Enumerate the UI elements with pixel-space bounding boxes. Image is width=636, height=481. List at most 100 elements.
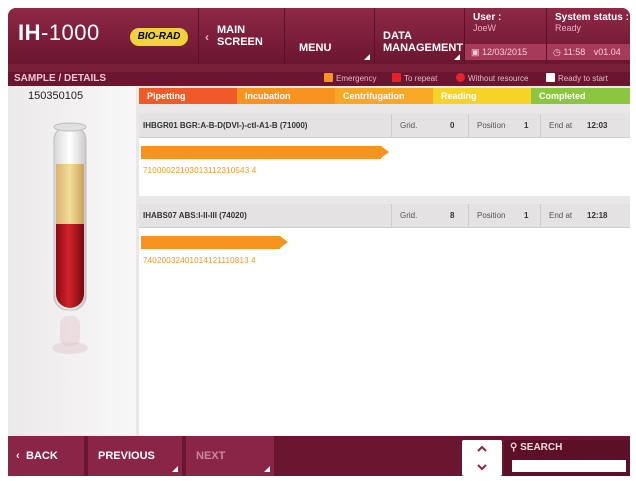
search-text: SEARCH (520, 442, 563, 453)
position-label: Position (477, 121, 506, 130)
position-value: 1 (524, 121, 529, 130)
calendar-icon: ▣ (471, 47, 480, 57)
corner-arrow-icon (454, 54, 460, 60)
legend-without-resource: Without resource (456, 73, 528, 83)
grid-label: Grid. (400, 211, 418, 220)
version-value: v01.04 (593, 47, 621, 57)
clock-icon: ◷ (553, 47, 561, 57)
main-screen-line1: MAIN (217, 24, 246, 36)
data-line2: MANAGEMENT (383, 42, 464, 54)
back-label: BACK (26, 450, 58, 462)
legend-label: To repeat (404, 74, 438, 83)
end-label: End at (549, 211, 573, 220)
chevron-left-icon: ‹ (16, 450, 20, 462)
position-value: 1 (524, 211, 529, 220)
date-value: 12/03/2015 (482, 47, 528, 57)
test-barcode: 74020032401014121110813 4 (143, 256, 256, 265)
system-status-panel: System status : Ready ◷ 11:58 v01.04 (546, 8, 630, 64)
time-display: ◷ 11:58 v01.04 (547, 44, 630, 60)
end-column: End at 12:18 (540, 204, 630, 228)
search-label: ⚲ SEARCH (510, 442, 562, 453)
step-pipetting: Pipetting (139, 88, 237, 104)
search-icon: ⚲ (510, 442, 518, 453)
no-resource-icon (456, 73, 465, 82)
chevron-down-icon[interactable] (477, 462, 487, 472)
previous-label: PREVIOUS (98, 450, 155, 462)
logo-bold: IH (18, 20, 41, 45)
sample-bar: SAMPLE / DETAILS Emergency To repeat Wit… (8, 72, 630, 86)
data-management-button[interactable]: DATA MANAGEMENT (374, 8, 464, 64)
test-progress-bar (141, 236, 288, 249)
grid-value: 0 (450, 121, 455, 130)
test-row[interactable]: IHBGR01 BGR:A-B-D(DVI-)-ctl-A1-B (71000)… (139, 114, 630, 196)
previous-button[interactable]: PREVIOUS (88, 436, 182, 476)
test-name: IHBGR01 BGR:A-B-D(DVI-)-ctl-A1-B (71000) (143, 121, 308, 130)
ready-icon (546, 73, 555, 82)
step-completed: Completed (531, 88, 630, 104)
legend-label: Emergency (336, 74, 377, 83)
position-column: Position 1 (468, 204, 540, 228)
test-header: IHABS07 ABS:I-II-III (74020) Grid. 8 Posi… (139, 204, 630, 228)
corner-arrow-icon (172, 466, 178, 472)
grid-column: Grid. 8 (391, 204, 468, 228)
chevron-up-icon[interactable] (477, 444, 487, 454)
position-column: Position 1 (468, 114, 540, 138)
user-label: User : (473, 12, 502, 23)
footer-nav: ‹ BACK PREVIOUS NEXT ⚲ SEARCH (8, 436, 630, 476)
test-progress-bar (141, 146, 389, 159)
test-tube-icon (52, 122, 88, 354)
repeat-icon (392, 73, 401, 82)
sample-panel: 150350105 (8, 86, 136, 436)
grid-value: 8 (450, 211, 455, 220)
scroll-control (462, 440, 502, 476)
date-display: ▣ 12/03/2015 (465, 44, 546, 60)
grid-label: Grid. (400, 121, 418, 130)
search-area: ⚲ SEARCH (504, 440, 630, 476)
back-button[interactable]: ‹ BACK (8, 436, 84, 476)
app-logo: IH-1000 (18, 20, 100, 46)
test-header: IHBGR01 BGR:A-B-D(DVI-)-ctl-A1-B (71000)… (139, 114, 630, 138)
corner-arrow-icon (364, 54, 370, 60)
end-column: End at 12:03 (540, 114, 630, 138)
test-row[interactable]: IHABS07 ABS:I-II-III (74020) Grid. 8 Posi… (139, 204, 630, 436)
step-reading: Reading (433, 88, 531, 104)
step-incubation: Incubation (237, 88, 335, 104)
test-barcode: 71000022103013112310543 4 (143, 166, 257, 175)
legend-label: Ready to start (558, 74, 608, 83)
main-screen-line2: SCREEN (217, 36, 263, 48)
chevron-left-icon: ‹ (205, 30, 209, 44)
test-name: IHABS07 ABS:I-II-III (74020) (143, 211, 247, 220)
user-panel: User : JoeW ▣ 12/03/2015 (464, 8, 546, 64)
status-value: Ready (555, 23, 582, 33)
header: IH-1000 BIO-RAD ‹ MAIN SCREEN MENU DATA MA… (8, 8, 630, 64)
logo-model: -1000 (41, 20, 100, 45)
end-value: 12:18 (587, 211, 608, 220)
corner-arrow-icon (264, 466, 270, 472)
app-frame: IH-1000 BIO-RAD ‹ MAIN SCREEN MENU DATA MA… (8, 8, 630, 476)
time-value: 11:58 (563, 47, 586, 57)
legend-ready-to-start: Ready to start (546, 73, 608, 83)
menu-button[interactable]: MENU (284, 8, 374, 64)
position-label: Position (477, 211, 506, 220)
end-value: 12:03 (587, 121, 608, 130)
status-label: System status : (555, 12, 629, 23)
sample-id: 150350105 (28, 90, 84, 102)
emergency-icon (324, 73, 333, 82)
menu-label: MENU (299, 42, 332, 54)
main-screen-button[interactable]: ‹ MAIN SCREEN (198, 8, 284, 64)
search-input[interactable] (512, 460, 626, 472)
details-content: 150350105 Pipetting Incubation Centrifug… (8, 86, 630, 436)
end-label: End at (549, 121, 573, 130)
legend-label: Without resource (468, 74, 529, 83)
legend-to-repeat: To repeat (392, 73, 437, 83)
data-line1: DATA (383, 30, 412, 42)
user-value: JoeW (473, 23, 497, 33)
legend-emergency: Emergency (324, 73, 376, 83)
workflow-steps: Pipetting Incubation Centrifugation Read… (139, 88, 630, 104)
grid-column: Grid. 0 (391, 114, 468, 138)
step-centrifugation: Centrifugation (335, 88, 433, 104)
next-label: NEXT (196, 450, 226, 462)
brand-logo: BIO-RAD (130, 28, 188, 46)
sample-title: SAMPLE / DETAILS (14, 73, 107, 84)
next-button[interactable]: NEXT (186, 436, 274, 476)
